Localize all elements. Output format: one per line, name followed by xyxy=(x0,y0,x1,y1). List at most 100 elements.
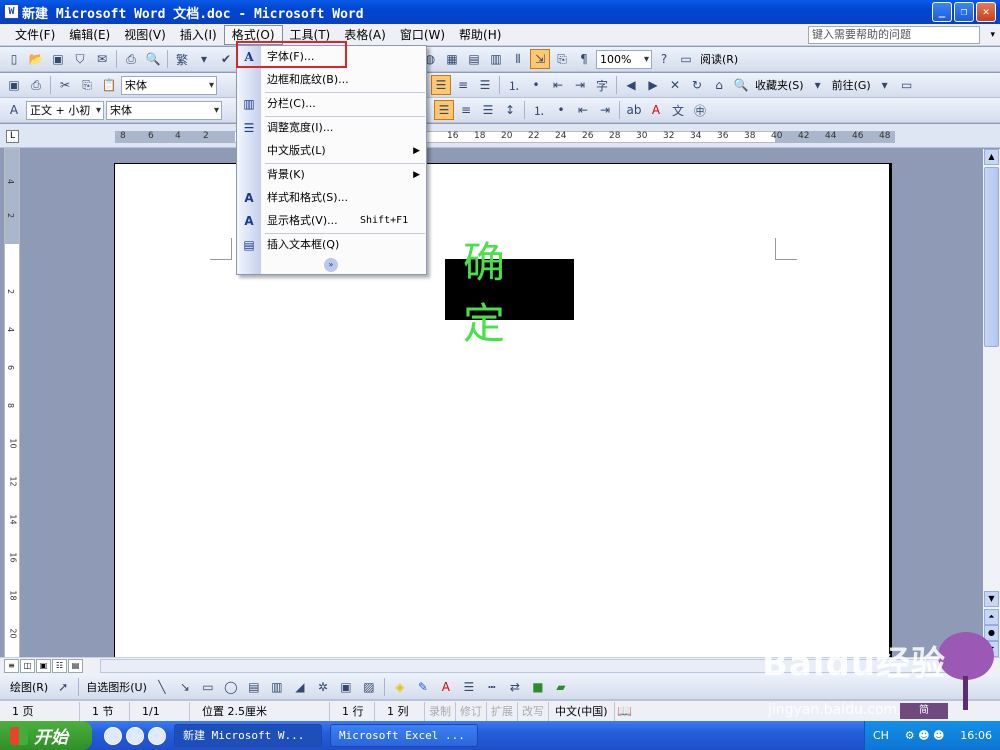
permission-icon[interactable]: ⛉ xyxy=(70,49,90,69)
dash-style-icon[interactable]: ┅ xyxy=(482,677,502,697)
menu-item-borders[interactable]: 边框和底纹(B)... xyxy=(237,69,426,91)
scroll-thumb[interactable] xyxy=(984,167,999,347)
print-preview-icon[interactable]: 🔍 xyxy=(143,49,163,69)
scroll-up-icon[interactable]: ▲ xyxy=(984,149,999,165)
excel-table-icon[interactable]: ▤ xyxy=(464,49,484,69)
print-view-icon[interactable]: ▣ xyxy=(36,659,51,673)
numbering-icon[interactable]: ⒈ xyxy=(504,75,524,95)
chinese-layout-icon[interactable]: 字 xyxy=(592,75,612,95)
web-view-icon[interactable]: ◫ xyxy=(20,659,35,673)
highlight-icon[interactable]: ab xyxy=(624,100,644,120)
font-color-icon[interactable]: A xyxy=(646,100,666,120)
paste-icon[interactable]: 📋 xyxy=(99,75,119,95)
status-rec[interactable]: 录制 xyxy=(425,701,456,721)
back-icon[interactable]: ◀ xyxy=(621,75,641,95)
cut-icon[interactable]: ✂ xyxy=(55,75,75,95)
font-color-icon[interactable]: A xyxy=(436,677,456,697)
read-mode-icon[interactable]: ▭ xyxy=(676,49,696,69)
menu-item-fit-width[interactable]: ☰ 调整宽度(I)... xyxy=(237,117,426,139)
zoom-select[interactable]: 100% xyxy=(596,49,652,69)
oval-icon[interactable]: ◯ xyxy=(221,677,241,697)
menu-item-asian-layout[interactable]: 中文版式(L) ▶ xyxy=(237,140,426,162)
next-page-icon[interactable]: ⏷ xyxy=(984,641,999,657)
document-page[interactable]: 确定 xyxy=(114,163,892,663)
diagram-icon[interactable]: ✲ xyxy=(313,677,333,697)
font-name-select[interactable]: 宋体 xyxy=(106,100,222,120)
menu-help[interactable]: 帮助(H) xyxy=(452,25,508,45)
help-dropdown-icon[interactable]: ▾ xyxy=(990,30,995,40)
align-right-icon[interactable]: ≡ xyxy=(456,100,476,120)
menu-item-columns[interactable]: ▥ 分栏(C)... xyxy=(237,93,426,115)
spell-check-icon[interactable]: ✔ xyxy=(216,49,236,69)
read-mode-button[interactable]: 阅读(R) xyxy=(698,51,740,67)
drawing-icon[interactable]: ⫴ xyxy=(508,49,528,69)
status-trk[interactable]: 修订 xyxy=(456,701,487,721)
vertical-scrollbar[interactable]: ▲ ▼ ⏶ ● ⏷ xyxy=(983,149,1000,657)
new-doc-icon[interactable]: ▯ xyxy=(4,49,24,69)
reading-view-icon[interactable]: ▤ xyxy=(68,659,83,673)
increase-indent-icon[interactable]: ⇥ xyxy=(595,100,615,120)
vertical-textbox-icon[interactable]: ▥ xyxy=(267,677,287,697)
trad-simp-button[interactable]: 繁 xyxy=(172,49,192,69)
arrow-style-icon[interactable]: ⇄ xyxy=(505,677,525,697)
line-style-icon[interactable]: ☰ xyxy=(459,677,479,697)
word-app-icon[interactable]: W xyxy=(4,4,19,19)
favorites-menu[interactable]: 收藏夹(S) xyxy=(753,77,806,93)
minimize-button[interactable]: _ xyxy=(932,2,952,22)
menu-edit[interactable]: 编辑(E) xyxy=(62,25,117,45)
expand-menu-icon[interactable]: » xyxy=(324,258,338,272)
quick-launch-media-icon[interactable] xyxy=(148,726,166,745)
picture-icon[interactable]: ▨ xyxy=(359,677,379,697)
format-brush-icon[interactable]: ⎘ xyxy=(552,49,572,69)
web-toolbar-toggle-icon[interactable]: ▭ xyxy=(897,75,917,95)
increase-indent-icon[interactable]: ⇥ xyxy=(570,75,590,95)
close-button[interactable]: ✕ xyxy=(976,2,996,22)
autoshapes-menu[interactable]: 自选图形(U) xyxy=(84,679,149,695)
quick-launch-ie-icon[interactable] xyxy=(104,726,122,745)
tab-selector[interactable]: L xyxy=(6,130,19,143)
menu-item-insert-textbox[interactable]: ▤ 插入文本框(Q) xyxy=(237,234,426,256)
open-icon[interactable]: 📂 xyxy=(26,49,46,69)
email-icon[interactable]: ✉ xyxy=(92,49,112,69)
start-button[interactable]: 开始 xyxy=(0,721,92,750)
status-ovr[interactable]: 改写 xyxy=(518,701,549,721)
line-spacing-icon[interactable]: ↕ xyxy=(500,100,520,120)
justify-icon[interactable]: ☰ xyxy=(478,100,498,120)
home-icon[interactable]: ⌂ xyxy=(709,75,729,95)
print-icon[interactable]: ⎙ xyxy=(26,75,46,95)
justify-icon[interactable]: ☰ xyxy=(475,75,495,95)
hscroll-track[interactable] xyxy=(100,659,975,673)
phonetic-guide-icon[interactable]: 文 xyxy=(668,100,688,120)
save-icon[interactable]: ▣ xyxy=(4,75,24,95)
bullets-icon[interactable]: • xyxy=(526,75,546,95)
status-ext[interactable]: 扩展 xyxy=(487,701,518,721)
dropdown-arrow-icon[interactable]: ▾ xyxy=(875,75,895,95)
3d-icon[interactable]: ▰ xyxy=(551,677,571,697)
tray-icons[interactable]: ⚙ ☻ ☻ xyxy=(905,729,945,742)
document-text[interactable]: 确定 xyxy=(445,238,574,348)
dropdown-arrow-icon[interactable]: ▾ xyxy=(808,75,828,95)
arrow-icon[interactable]: ↘ xyxy=(175,677,195,697)
decrease-indent-icon[interactable]: ⇤ xyxy=(548,75,568,95)
align-right-icon[interactable]: ≡ xyxy=(453,75,473,95)
task-word[interactable]: 新建 Microsoft W... xyxy=(174,724,322,747)
stop-icon[interactable]: ✕ xyxy=(665,75,685,95)
copy-icon[interactable]: ⎘ xyxy=(77,75,97,95)
menu-item-reveal-formatting[interactable]: A 显示格式(V)... Shift+F1 xyxy=(237,210,426,232)
forward-icon[interactable]: ▶ xyxy=(643,75,663,95)
style-select[interactable]: 正文 + 小初 xyxy=(26,100,104,120)
decrease-indent-icon[interactable]: ⇤ xyxy=(573,100,593,120)
align-center-icon[interactable]: ☰ xyxy=(431,75,451,95)
numbering-icon[interactable]: ⒈ xyxy=(529,100,549,120)
wordart-icon[interactable]: ◢ xyxy=(290,677,310,697)
select-pointer-icon[interactable]: ➚ xyxy=(53,677,73,697)
align-center-icon[interactable]: ☰ xyxy=(434,100,454,120)
table-icon[interactable]: ▦ xyxy=(442,49,462,69)
menu-item-background[interactable]: 背景(K) ▶ xyxy=(237,164,426,186)
help-icon[interactable]: ? xyxy=(654,49,674,69)
menu-item-styles[interactable]: A 样式和格式(S)... xyxy=(237,187,426,209)
document-map-icon[interactable]: ⇲ xyxy=(530,49,550,69)
clipart-icon[interactable]: ▣ xyxy=(336,677,356,697)
menu-file[interactable]: 文件(F) xyxy=(8,25,62,45)
print-icon[interactable]: ⎙ xyxy=(121,49,141,69)
